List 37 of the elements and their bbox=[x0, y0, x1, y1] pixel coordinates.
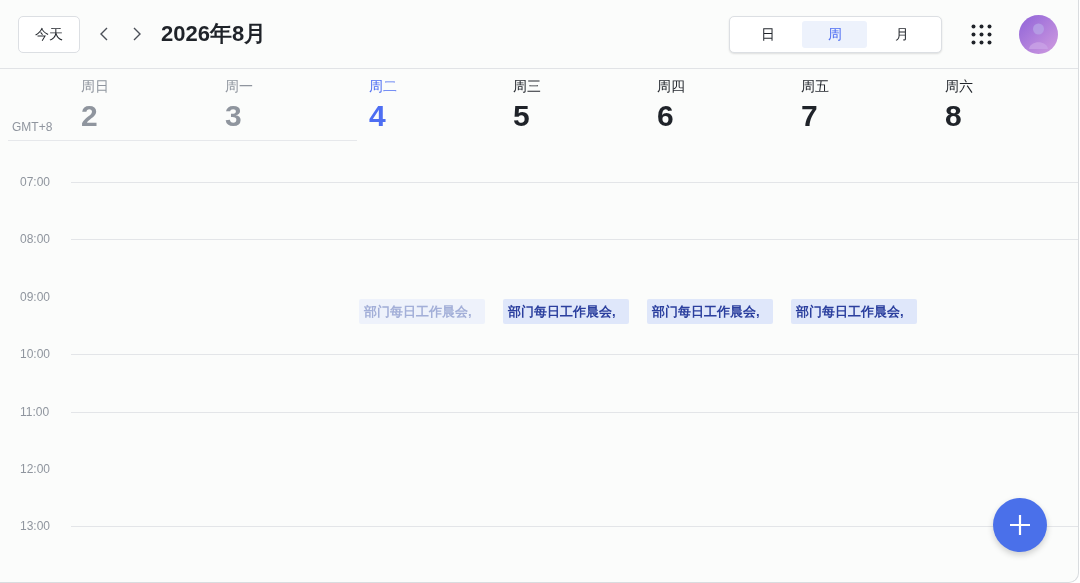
weekday-label: 周日 bbox=[81, 77, 109, 96]
date-number: 6 bbox=[657, 99, 674, 133]
time-label: 07:00 bbox=[20, 174, 51, 191]
time-label: 10:00 bbox=[20, 346, 51, 364]
date-number: 2 bbox=[81, 99, 98, 133]
date-number: 5 bbox=[513, 99, 530, 133]
time-label: 13:00 bbox=[20, 518, 51, 536]
time-label: 08:00 bbox=[20, 231, 51, 249]
date-number: 7 bbox=[801, 99, 818, 133]
weekday-label: 周四 bbox=[657, 77, 685, 96]
avatar-icon[interactable] bbox=[1019, 14, 1058, 54]
timezone-label: GMT+8 bbox=[12, 119, 53, 135]
date-number: 3 bbox=[225, 99, 242, 133]
event-chip[interactable]: 部门每日工作晨会, bbox=[791, 298, 917, 324]
apps-button[interactable] bbox=[971, 23, 992, 45]
time-label: 09:00 bbox=[20, 288, 51, 306]
view-tab[interactable]: 周 bbox=[802, 20, 867, 48]
weekday-label: 周五 bbox=[801, 77, 829, 96]
time-label: 12:00 bbox=[20, 460, 51, 478]
dot-grid-icon bbox=[971, 23, 992, 45]
event-chip[interactable]: 部门每日工作晨会, bbox=[503, 298, 629, 324]
month-title: 2026年8月 bbox=[161, 20, 267, 48]
chevron-left-icon bbox=[100, 27, 108, 41]
today-button[interactable]: 今天 bbox=[18, 15, 80, 53]
event-chip[interactable]: 部门每日工作晨会, bbox=[647, 298, 773, 324]
date-number: 8 bbox=[945, 99, 962, 133]
weekday-label: 周二 bbox=[369, 77, 397, 96]
weekday-label: 周一 bbox=[225, 77, 253, 96]
weekday-label: 周六 bbox=[945, 77, 973, 96]
plus-icon bbox=[1010, 515, 1030, 535]
view-tab[interactable]: 月 bbox=[869, 20, 934, 48]
view-tab[interactable]: 日 bbox=[735, 20, 800, 48]
time-label: 11:00 bbox=[20, 403, 50, 421]
date-number: 4 bbox=[369, 99, 386, 133]
weekday-label: 周三 bbox=[513, 77, 541, 96]
chevron-right-icon bbox=[133, 27, 141, 41]
add-event-button[interactable] bbox=[993, 498, 1047, 552]
